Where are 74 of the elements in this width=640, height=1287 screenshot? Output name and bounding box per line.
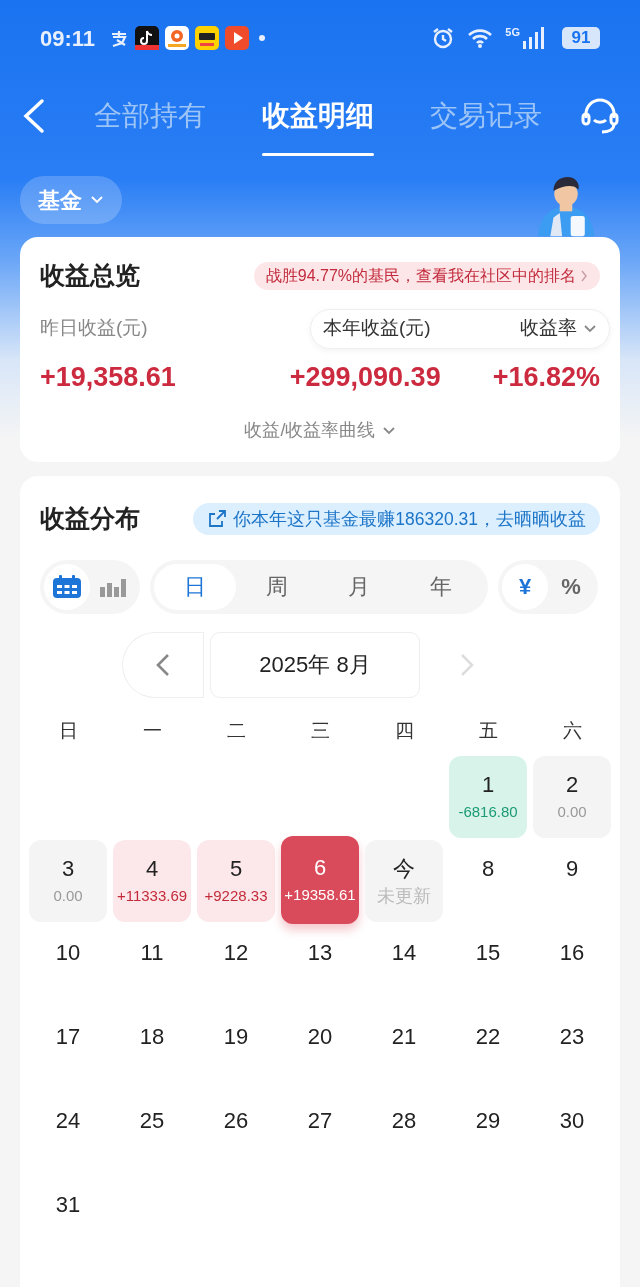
metric-label: 本年收益(元)	[323, 316, 431, 341]
calendar-day[interactable]: 21	[365, 1007, 443, 1090]
section-title: 收益总览	[40, 260, 140, 291]
calendar-day[interactable]: 22	[449, 1007, 527, 1090]
calendar-day[interactable]: 25	[113, 1091, 191, 1174]
play-app-icon	[225, 26, 250, 50]
calendar-day[interactable]: 13	[281, 923, 359, 1006]
calendar-day[interactable]: 17	[29, 1007, 107, 1090]
calendar-day[interactable]: 26	[197, 1091, 275, 1174]
segment-option[interactable]: 周	[236, 563, 318, 610]
calendar-day[interactable]: 29	[449, 1091, 527, 1174]
segment-option[interactable]: %	[548, 563, 594, 610]
weekday-label: 六	[561, 719, 583, 744]
calendar-day[interactable]: 8	[449, 839, 527, 922]
chevron-left-icon	[154, 651, 172, 678]
share-icon	[207, 508, 228, 529]
calendar-day[interactable]: 14	[365, 923, 443, 1006]
status-time: 09:11	[40, 24, 96, 53]
battery-level: 91	[562, 27, 600, 49]
rank-banner[interactable]: 战胜94.77%的基民，查看我在社区中的排名	[253, 261, 600, 290]
calendar-day[interactable]: 16	[533, 923, 611, 1006]
weekday-label: 日	[57, 719, 79, 744]
app-icon	[165, 26, 190, 50]
calendar-day[interactable]: 27	[281, 1091, 359, 1174]
calendar-day[interactable]: 6 +19358.61	[281, 835, 359, 924]
calendar-day[interactable]: 4 +11333.69	[113, 839, 191, 922]
calendar-day[interactable]: 15	[449, 923, 527, 1006]
calendar-day[interactable]: 19	[197, 1007, 275, 1090]
calendar-day[interactable]: 9	[533, 839, 611, 922]
weekday-label: 五	[477, 719, 499, 744]
calendar-day[interactable]: 11	[113, 923, 191, 1006]
weekday-label: 一	[141, 719, 163, 744]
calendar-day[interactable]: 12	[197, 923, 275, 1006]
weekday-label: 四	[393, 719, 415, 744]
calendar-day[interactable]: 今 未更新	[365, 839, 443, 922]
calendar-day[interactable]: 5 +9228.33	[197, 839, 275, 922]
weekday-label: 二	[225, 719, 247, 744]
network-label: 5G	[505, 27, 520, 38]
calendar-day[interactable]: 30	[533, 1091, 611, 1174]
view-mode-toggle[interactable]	[44, 563, 90, 610]
calendar-day[interactable]: 1 -6816.80	[449, 755, 527, 838]
signal-icon	[522, 27, 544, 49]
curve-toggle[interactable]: 收益/收益率曲线	[244, 417, 396, 444]
metric-value: +16.82%	[492, 360, 600, 394]
segment-option[interactable]: 年	[400, 563, 482, 610]
metric-value: +299,090.39	[289, 360, 441, 394]
section-title: 收益分布	[40, 503, 140, 534]
chevron-down-icon	[381, 425, 396, 436]
metric-label: 昨日收益(元)	[40, 316, 149, 341]
calendar-day[interactable]: 2 0.00	[533, 755, 611, 838]
calendar-day[interactable]: 24	[29, 1091, 107, 1174]
bar-chart-icon	[100, 576, 126, 597]
calendar-icon	[52, 574, 82, 599]
metric-dropdown[interactable]: 收益率	[520, 314, 597, 343]
segment-option[interactable]: ¥	[502, 563, 548, 610]
calendar-day[interactable]: 20	[281, 1007, 359, 1090]
metric-value: +19,358.61	[40, 360, 176, 394]
month-label: 2025年 8月	[210, 631, 420, 698]
app-icon	[195, 26, 220, 50]
chevron-down-icon	[583, 323, 597, 334]
segment-option[interactable]: 日	[154, 563, 236, 610]
chevron-down-icon	[90, 195, 104, 205]
app-icon	[135, 26, 160, 50]
calendar-day[interactable]: 23	[533, 1007, 611, 1090]
segment-option[interactable]: 月	[318, 563, 400, 610]
weekday-label: 三	[309, 719, 331, 744]
customer-service-icon[interactable]	[580, 96, 620, 136]
nav-tab[interactable]: 收益明细	[262, 76, 374, 156]
calendar-day[interactable]: 3 0.00	[29, 839, 107, 922]
wifi-icon	[467, 27, 494, 49]
calendar-day[interactable]: 18	[113, 1007, 191, 1090]
calendar-day[interactable]: 10	[29, 923, 107, 1006]
calendar-day[interactable]: 28	[365, 1091, 443, 1174]
calendar-day[interactable]: 31	[29, 1175, 107, 1258]
